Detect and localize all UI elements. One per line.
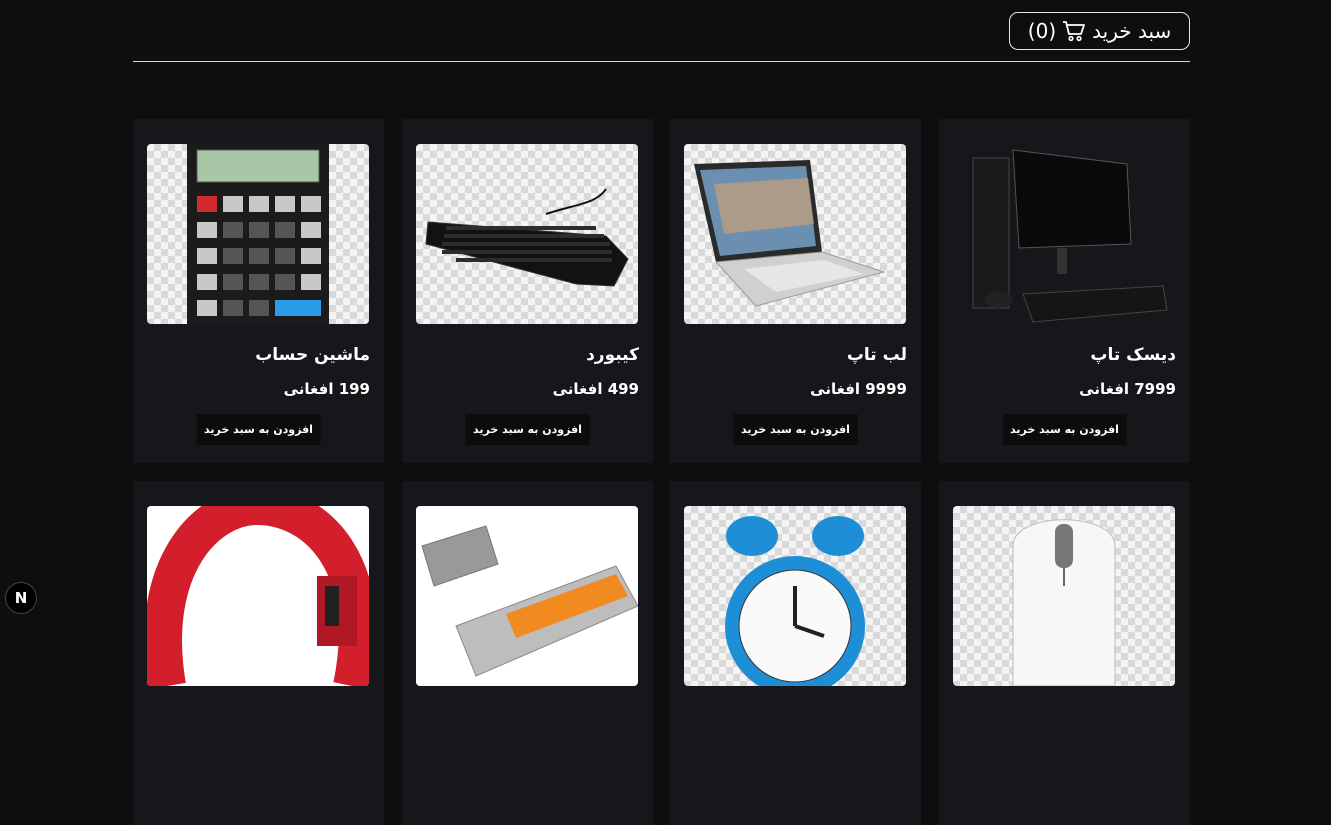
product-card: ماشین حساب 199 افغانی افزودن به سبد خرید — [133, 119, 384, 463]
product-price: 7999 افغانی — [1079, 380, 1176, 398]
laptop-icon — [684, 144, 906, 324]
product-name: ماشین حساب — [255, 345, 370, 365]
product-card — [402, 481, 653, 825]
alarm-clock-icon — [684, 506, 906, 686]
product-card — [133, 481, 384, 825]
product-price: 199 افغانی — [283, 380, 370, 398]
product-name: کیبورد — [586, 345, 639, 365]
product-price: 9999 افغانی — [810, 380, 907, 398]
usb-drive-icon — [416, 506, 638, 686]
nextjs-badge-icon[interactable]: N — [5, 582, 37, 614]
product-card: لب تاپ 9999 افغانی افزودن به سبد خرید — [670, 119, 921, 463]
product-name: لب تاپ — [846, 345, 907, 365]
add-to-cart-button[interactable]: افزودن به سبد خرید — [1002, 414, 1127, 445]
cart-button[interactable]: سبد خرید (0) — [1009, 12, 1190, 50]
add-to-cart-button[interactable]: افزودن به سبد خرید — [465, 414, 590, 445]
product-card — [670, 481, 921, 825]
cart-label: سبد خرید — [1092, 19, 1172, 43]
site-header: سبد خرید (0) — [133, 0, 1190, 62]
product-card: کیبورد 499 افغانی افزودن به سبد خرید — [402, 119, 653, 463]
desktop-icon — [953, 144, 1175, 324]
product-card — [939, 481, 1190, 825]
product-card: دیسک تاپ 7999 افغانی افزودن به سبد خرید — [939, 119, 1190, 463]
add-to-cart-button[interactable]: افزودن به سبد خرید — [196, 414, 321, 445]
keyboard-icon — [416, 144, 638, 324]
headphones-icon — [147, 506, 369, 686]
mouse-icon — [953, 506, 1175, 686]
shopping-cart-icon — [1062, 20, 1086, 42]
product-price: 499 افغانی — [552, 380, 639, 398]
calculator-icon — [147, 144, 369, 324]
product-name: دیسک تاپ — [1090, 345, 1176, 365]
add-to-cart-button[interactable]: افزودن به سبد خرید — [733, 414, 858, 445]
badge-letter: N — [14, 589, 28, 607]
cart-count: (0) — [1027, 19, 1057, 43]
